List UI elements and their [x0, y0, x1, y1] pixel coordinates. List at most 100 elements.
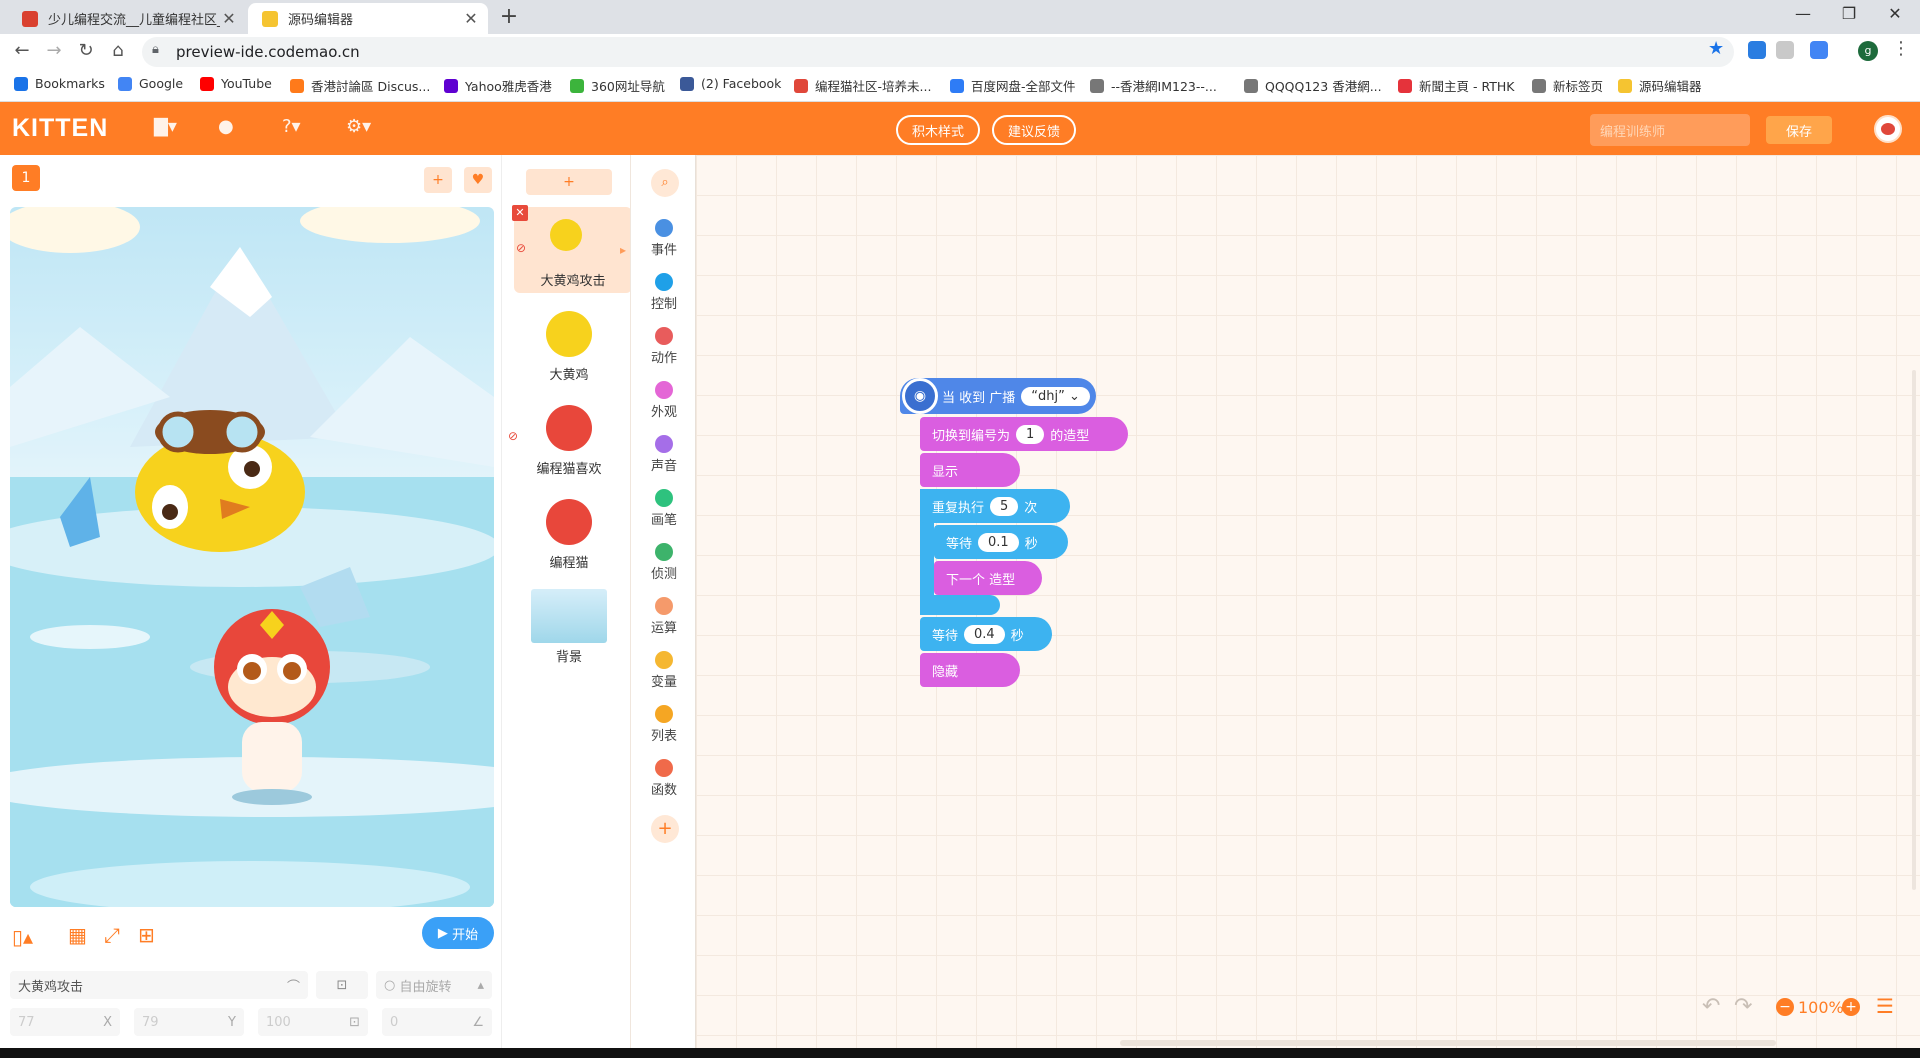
- home-icon[interactable]: ⌂: [106, 40, 130, 61]
- bookmark-item[interactable]: 新聞主頁 - RTHK: [1398, 76, 1514, 95]
- search-icon[interactable]: ⌕: [651, 169, 679, 197]
- category-events[interactable]: 事件: [631, 219, 697, 258]
- restore-icon[interactable]: ❐: [1826, 4, 1872, 23]
- sprite-item[interactable]: 编程猫喜欢: [526, 395, 612, 481]
- fullscreen-icon[interactable]: ⤢: [104, 923, 120, 947]
- bookmark-item[interactable]: 源码编辑器: [1618, 76, 1702, 95]
- wait-block-inner[interactable]: 等待 0.1 秒: [934, 525, 1068, 559]
- workspace-menu-icon[interactable]: ☰: [1876, 994, 1894, 1018]
- extension-icon[interactable]: [1776, 41, 1794, 59]
- size-input[interactable]: 100 ⊡: [258, 1008, 368, 1036]
- broadcast-dropdown[interactable]: “dhj” ⌄: [1021, 386, 1090, 406]
- category-looks[interactable]: 外观: [631, 381, 697, 420]
- grid-icon[interactable]: ▦: [68, 923, 87, 947]
- bookmark-item[interactable]: Bookmarks: [14, 76, 105, 91]
- bookmark-star-icon[interactable]: ★: [1708, 38, 1724, 59]
- feedback-button[interactable]: 建议反馈: [992, 115, 1076, 145]
- close-tab-icon[interactable]: ✕: [220, 9, 238, 28]
- sprite-item[interactable]: 背景: [526, 583, 612, 669]
- user-avatar[interactable]: [1874, 115, 1902, 143]
- bookmark-item[interactable]: Google: [118, 76, 183, 91]
- close-window-icon[interactable]: ✕: [1872, 4, 1918, 23]
- close-tab-icon[interactable]: ✕: [462, 9, 480, 28]
- rotation-input[interactable]: 0 ∠: [382, 1008, 492, 1036]
- lock-sprite-icon[interactable]: ⊡: [316, 971, 368, 999]
- repeat-count-input[interactable]: 5: [990, 496, 1019, 516]
- rotation-mode-select[interactable]: ○ 自由旋转 ▴: [376, 971, 492, 999]
- device-orientation-icon[interactable]: ▯▴: [12, 925, 33, 949]
- bookmark-item[interactable]: 香港討論區 Discus...: [290, 76, 430, 95]
- sprite-item[interactable]: 编程猫: [526, 489, 612, 575]
- hidden-eye-icon[interactable]: ⊘: [516, 241, 526, 255]
- costume-number-input[interactable]: 1: [1016, 424, 1045, 444]
- reload-icon[interactable]: ↻: [74, 40, 98, 61]
- show-block[interactable]: 显示: [920, 453, 1020, 487]
- browser-tab-editor[interactable]: 源码编辑器 ✕: [248, 3, 488, 34]
- category-sensing[interactable]: 侦测: [631, 543, 697, 582]
- bookmark-item[interactable]: --香港網IM123--...: [1090, 76, 1217, 95]
- bookmark-item[interactable]: QQQQ123 香港網...: [1244, 76, 1382, 95]
- category-lists[interactable]: 列表: [631, 705, 697, 744]
- hide-block[interactable]: 隐藏: [920, 653, 1020, 687]
- qr-code-icon[interactable]: ⊞: [138, 923, 155, 947]
- minimize-icon[interactable]: —: [1780, 4, 1826, 23]
- browser-tab-community[interactable]: 少儿编程交流__儿童编程社区_sc ✕: [8, 3, 246, 34]
- header-search-input[interactable]: 编程训练师: [1590, 114, 1750, 146]
- zoom-in-button[interactable]: +: [1842, 998, 1860, 1016]
- bookmark-item[interactable]: YouTube: [200, 76, 272, 91]
- wait-block-outer[interactable]: 等待 0.4 秒: [920, 617, 1052, 651]
- new-tab-button[interactable]: +: [498, 4, 520, 29]
- scene-menu-button[interactable]: ♥: [464, 167, 492, 193]
- bookmark-item[interactable]: (2) Facebook: [680, 76, 781, 91]
- category-operators[interactable]: 运算: [631, 597, 697, 636]
- next-costume-block[interactable]: 下一个 造型: [934, 561, 1042, 595]
- zoom-out-button[interactable]: −: [1776, 998, 1794, 1016]
- lock-icon[interactable]: 🔒︎: [152, 42, 159, 57]
- delete-sprite-icon[interactable]: ✕: [512, 205, 528, 221]
- redo-icon[interactable]: ↷: [1734, 994, 1752, 1019]
- bookmark-item[interactable]: 新标签页: [1532, 76, 1603, 95]
- sprite-name-field[interactable]: 大黄鸡攻击 ⌒: [10, 971, 308, 999]
- bookmark-item[interactable]: 360网址导航: [570, 76, 665, 95]
- profile-avatar[interactable]: g: [1858, 41, 1878, 61]
- back-icon[interactable]: ←: [10, 40, 34, 61]
- translate-icon[interactable]: [1810, 41, 1828, 59]
- backpack-icon[interactable]: ●: [218, 116, 234, 137]
- sprite-item[interactable]: 大黄鸡: [526, 301, 612, 387]
- forward-icon[interactable]: →: [42, 40, 66, 61]
- stage-canvas[interactable]: [10, 207, 494, 907]
- url-input[interactable]: preview-ide.codemao.cn: [142, 37, 1734, 67]
- category-pen[interactable]: 画笔: [631, 489, 697, 528]
- y-coordinate-input[interactable]: 79 Y: [134, 1008, 244, 1036]
- eye-icon[interactable]: ⌒: [287, 976, 300, 995]
- save-button[interactable]: 保存: [1766, 116, 1832, 144]
- add-sprite-button[interactable]: +: [526, 169, 612, 195]
- gear-icon[interactable]: ⚙▾: [346, 116, 371, 137]
- browser-menu-icon[interactable]: ⋮: [1892, 38, 1910, 59]
- category-functions[interactable]: 函数: [631, 759, 697, 798]
- bookmark-item[interactable]: 百度网盘-全部文件: [950, 76, 1076, 95]
- repeat-block[interactable]: 重复执行 5 次: [920, 489, 1070, 523]
- x-coordinate-input[interactable]: 77 X: [10, 1008, 120, 1036]
- sprite-item[interactable]: ✕ ⊘ ▸ 大黄鸡攻击: [512, 205, 632, 293]
- wait-seconds-input[interactable]: 0.4: [964, 624, 1005, 644]
- bookmark-item[interactable]: 编程猫社区-培养未...: [794, 76, 931, 95]
- category-control[interactable]: 控制: [631, 273, 697, 312]
- start-button[interactable]: ▶ 开始: [422, 917, 494, 949]
- help-icon[interactable]: ?▾: [282, 116, 301, 137]
- switch-costume-block[interactable]: 切换到编号为 1 的造型: [920, 417, 1128, 451]
- category-variables[interactable]: 变量: [631, 651, 697, 690]
- vertical-scrollbar[interactable]: [1912, 370, 1916, 890]
- category-sound[interactable]: 声音: [631, 435, 697, 474]
- horizontal-scrollbar[interactable]: [1120, 1040, 1776, 1046]
- wait-seconds-input[interactable]: 0.1: [978, 532, 1019, 552]
- block-style-button[interactable]: 积木样式: [896, 115, 980, 145]
- scene-number-badge[interactable]: 1: [12, 165, 40, 191]
- add-extension-button[interactable]: +: [651, 815, 679, 843]
- extension-icon[interactable]: [1748, 41, 1766, 59]
- add-scene-button[interactable]: +: [424, 167, 452, 193]
- bookmark-item[interactable]: Yahoo雅虎香港: [444, 76, 552, 95]
- category-motion[interactable]: 动作: [631, 327, 697, 366]
- hidden-eye-icon[interactable]: ⊘: [508, 429, 518, 443]
- undo-icon[interactable]: ↶: [1702, 994, 1720, 1019]
